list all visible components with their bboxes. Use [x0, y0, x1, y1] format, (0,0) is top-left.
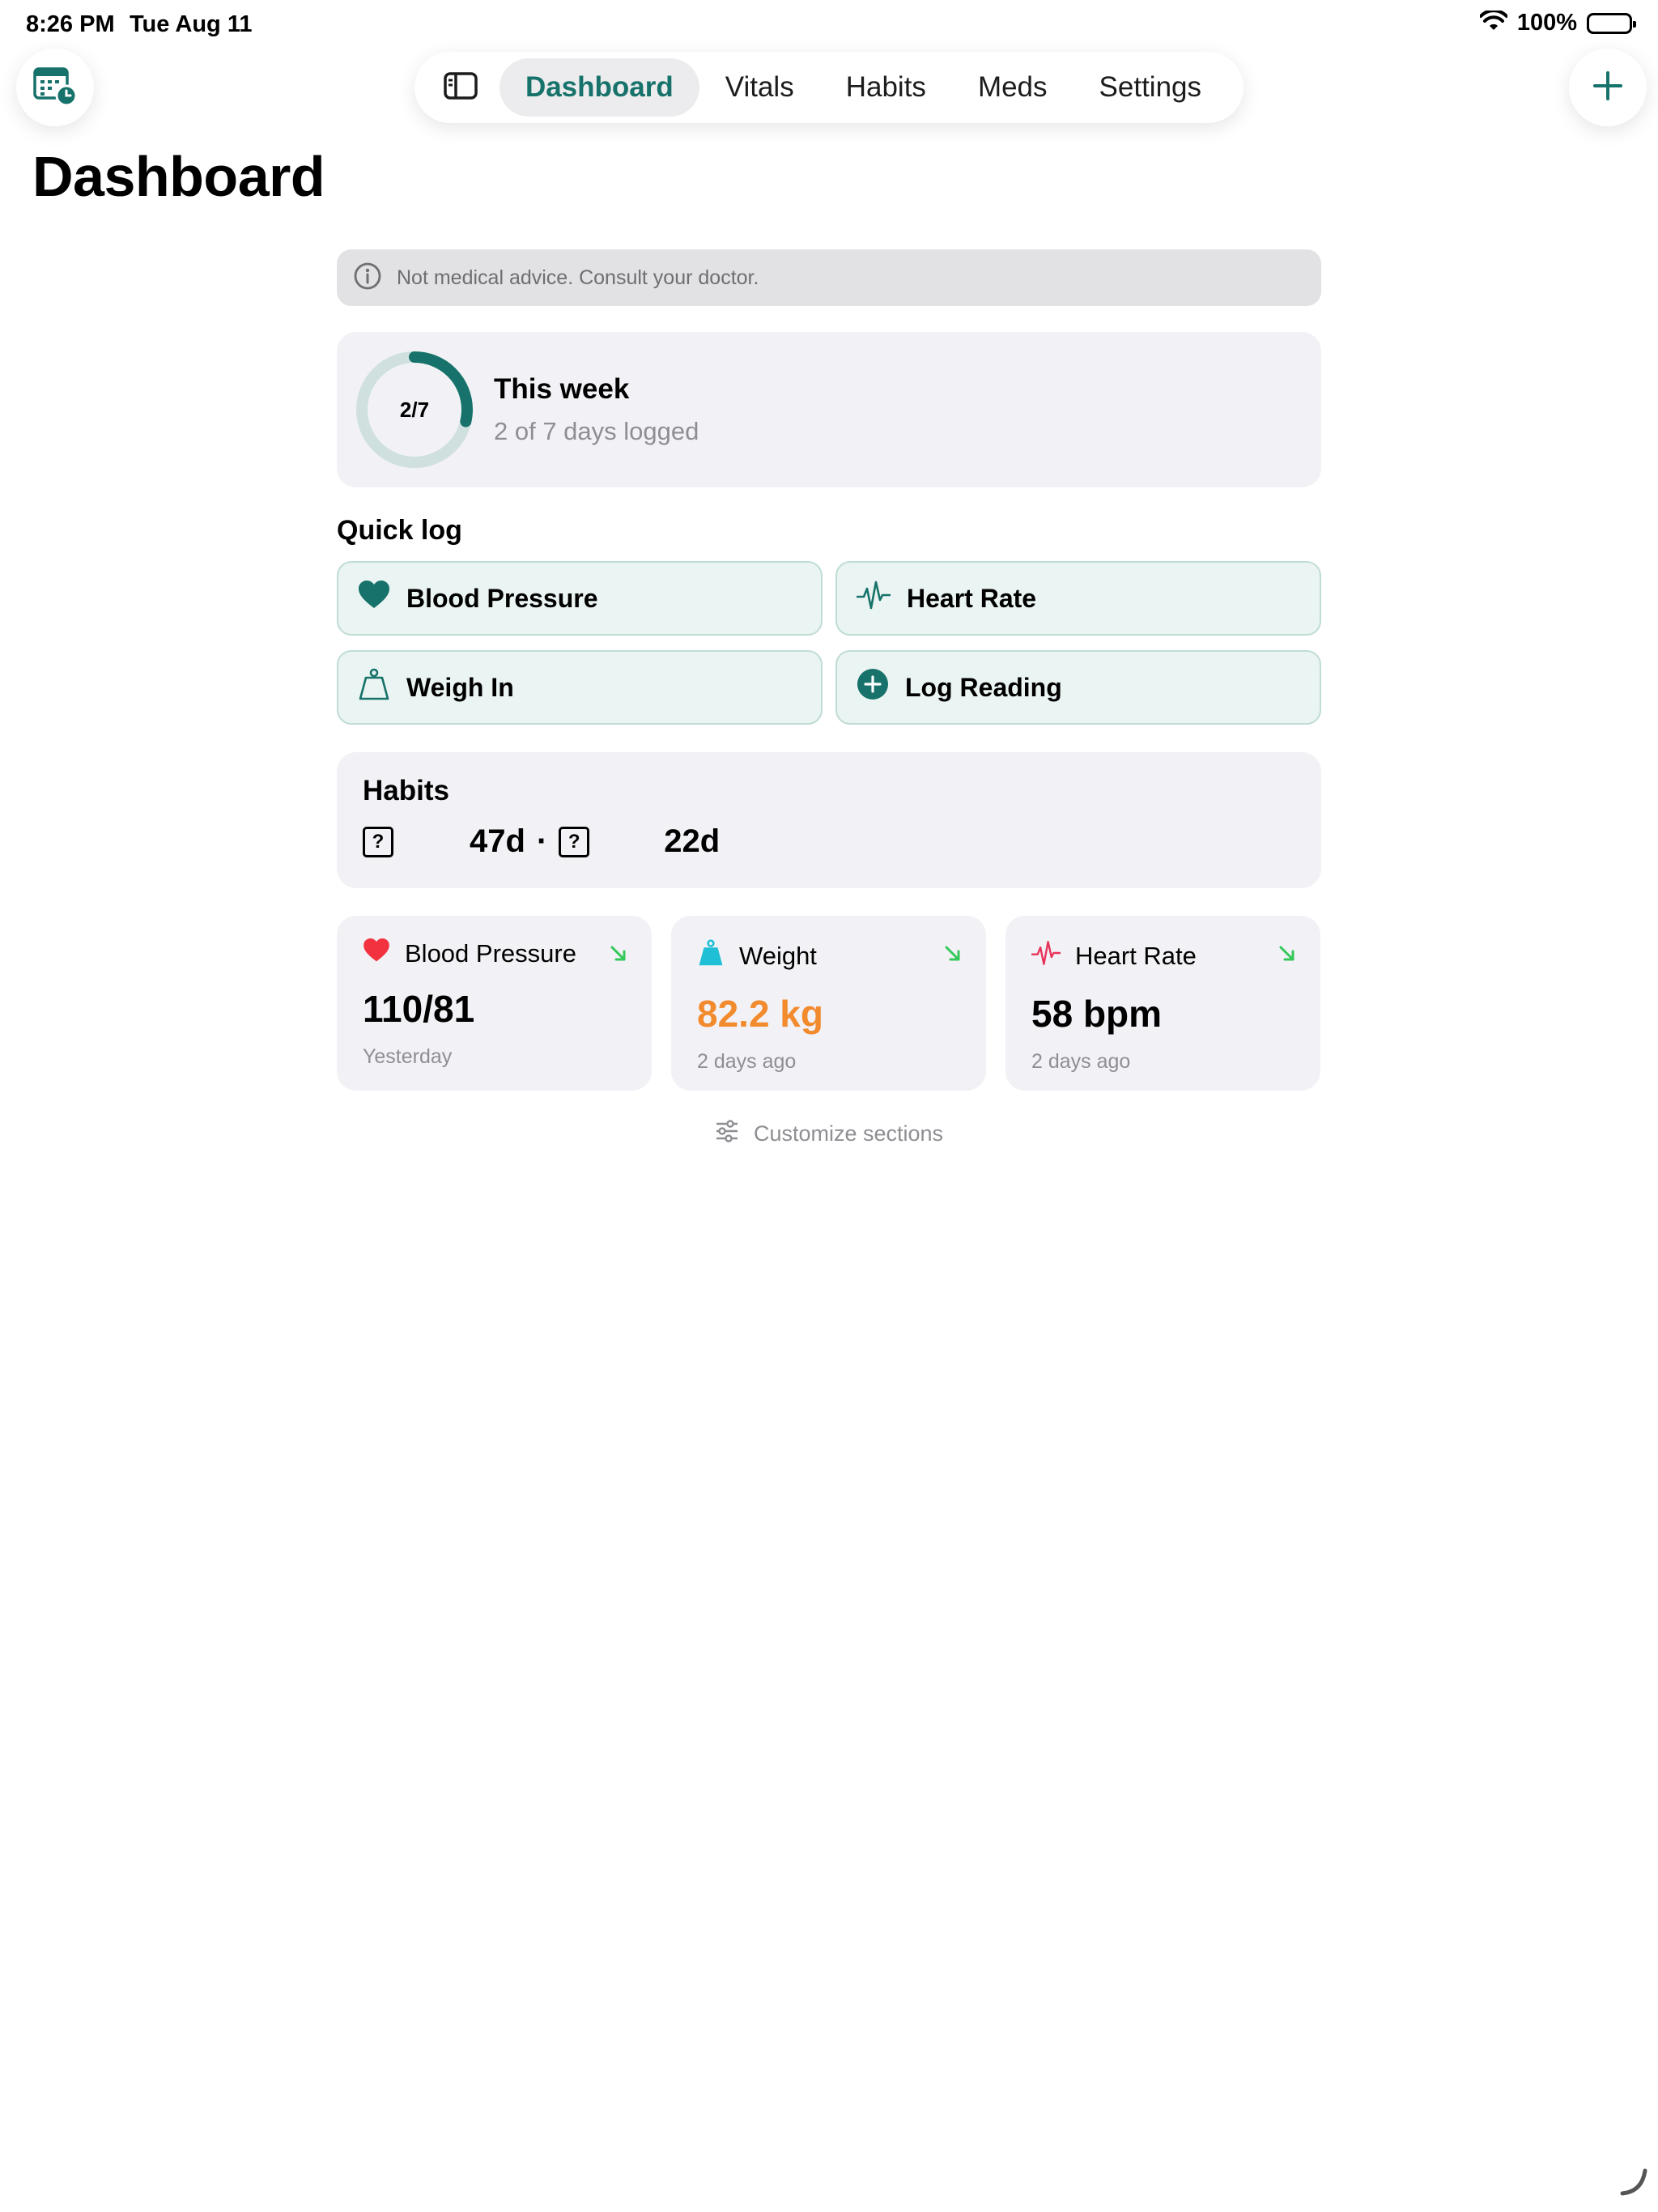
blood-pressure-card[interactable]: Blood Pressure 110/81 Yesterday: [337, 916, 652, 1091]
plus-circle-icon: [857, 668, 889, 707]
trend-down-icon: [944, 945, 962, 967]
habits-streak-row: ? 47d · ? 22d: [363, 823, 1295, 860]
quick-log-heart-rate-button[interactable]: Heart Rate: [835, 561, 1321, 636]
metric-time: 2 days ago: [1031, 1050, 1131, 1073]
week-title: This week: [494, 373, 630, 405]
page-title: Dashboard: [32, 145, 325, 208]
status-indicators: 100%: [1478, 9, 1636, 36]
customize-label: Customize sections: [753, 1121, 944, 1146]
quick-log-blood-pressure-button[interactable]: Blood Pressure: [337, 561, 823, 636]
week-progress-ring: 2/7: [355, 350, 474, 470]
battery-icon: [1587, 12, 1636, 34]
wifi-icon: [1478, 9, 1508, 36]
tab-meds[interactable]: Meds: [952, 58, 1073, 117]
habit-separator: ·: [536, 823, 548, 859]
unknown-symbol-icon: ?: [363, 826, 393, 857]
info-icon: [353, 262, 382, 295]
week-subtitle: 2 of 7 days logged: [494, 417, 699, 445]
sidebar-toggle-button[interactable]: [431, 58, 491, 117]
tab-dashboard[interactable]: Dashboard: [499, 58, 699, 117]
metric-label: Weight: [739, 942, 817, 970]
metric-value: 82.2 kg: [697, 993, 823, 1035]
calendar-button[interactable]: [16, 49, 94, 126]
pulse-icon: [1031, 938, 1061, 974]
tab-habits[interactable]: Habits: [820, 58, 952, 117]
quick-log-label-text: Log Reading: [905, 672, 1062, 702]
status-time: 8:26 PM: [26, 11, 115, 37]
disclaimer-banner: Not medical advice. Consult your doctor.: [337, 249, 1321, 306]
habits-title: Habits: [363, 775, 449, 806]
heart-rate-card[interactable]: Heart Rate 58 bpm 2 days ago: [1005, 916, 1320, 1091]
habit-streak: 22d: [664, 823, 721, 859]
metric-label: Blood Pressure: [405, 939, 576, 968]
scale-icon: [697, 938, 725, 974]
quick-log-label: Quick log: [337, 515, 462, 546]
tab-settings[interactable]: Settings: [1073, 58, 1227, 117]
status-date: Tue Aug 11: [130, 11, 253, 37]
status-bar: 8:26 PM Tue Aug 11 100%: [0, 0, 1658, 52]
habit-streak: 47d: [470, 823, 525, 859]
quick-log-log-reading-button[interactable]: Log Reading: [835, 650, 1321, 725]
metric-value: 58 bpm: [1031, 993, 1163, 1035]
calendar-clock-icon: [32, 65, 78, 111]
habits-card[interactable]: Habits ? 47d · ? 22d: [337, 752, 1321, 888]
weight-card[interactable]: Weight 82.2 kg 2 days ago: [671, 916, 986, 1091]
metric-time: 2 days ago: [697, 1050, 797, 1073]
heart-icon: [363, 938, 390, 969]
quick-log-label-text: Heart Rate: [907, 583, 1037, 613]
plus-icon: [1592, 70, 1624, 106]
quick-log-weigh-in-button[interactable]: Weigh In: [337, 650, 823, 725]
latest-readings: Blood Pressure 110/81 Yesterday Weight 8…: [337, 916, 1321, 1091]
quick-log-label-text: Weigh In: [406, 672, 514, 702]
scale-icon: [358, 668, 390, 707]
resize-grip-icon[interactable]: [1618, 2166, 1650, 2202]
sidebar-icon: [444, 71, 478, 104]
metric-time: Yesterday: [363, 1045, 453, 1068]
unknown-symbol-icon: ?: [559, 826, 590, 857]
add-button[interactable]: [1569, 49, 1647, 126]
metric-value: 110/81: [363, 988, 475, 1030]
battery-percent: 100%: [1516, 10, 1577, 36]
trend-down-icon: [1278, 945, 1296, 967]
customize-sections-button[interactable]: Customize sections: [337, 1120, 1321, 1148]
sliders-icon: [715, 1120, 739, 1148]
trend-down-icon: [610, 945, 627, 967]
tab-vitals[interactable]: Vitals: [699, 58, 820, 117]
disclaimer-text: Not medical advice. Consult your doctor.: [397, 266, 759, 289]
top-nav: Dashboard Vitals Habits Meds Settings: [414, 52, 1244, 123]
quick-log-label-text: Blood Pressure: [406, 583, 598, 613]
pulse-icon: [856, 579, 891, 618]
week-ring-label: 2/7: [399, 397, 430, 422]
heart-icon: [358, 581, 390, 616]
dashboard-content: Not medical advice. Consult your doctor.…: [337, 249, 1321, 1148]
metric-label: Heart Rate: [1075, 942, 1197, 970]
quick-log-grid: Blood Pressure Heart Rate Weigh In Log R…: [337, 561, 1321, 725]
week-progress-card[interactable]: 2/7 This week 2 of 7 days logged: [337, 332, 1321, 487]
